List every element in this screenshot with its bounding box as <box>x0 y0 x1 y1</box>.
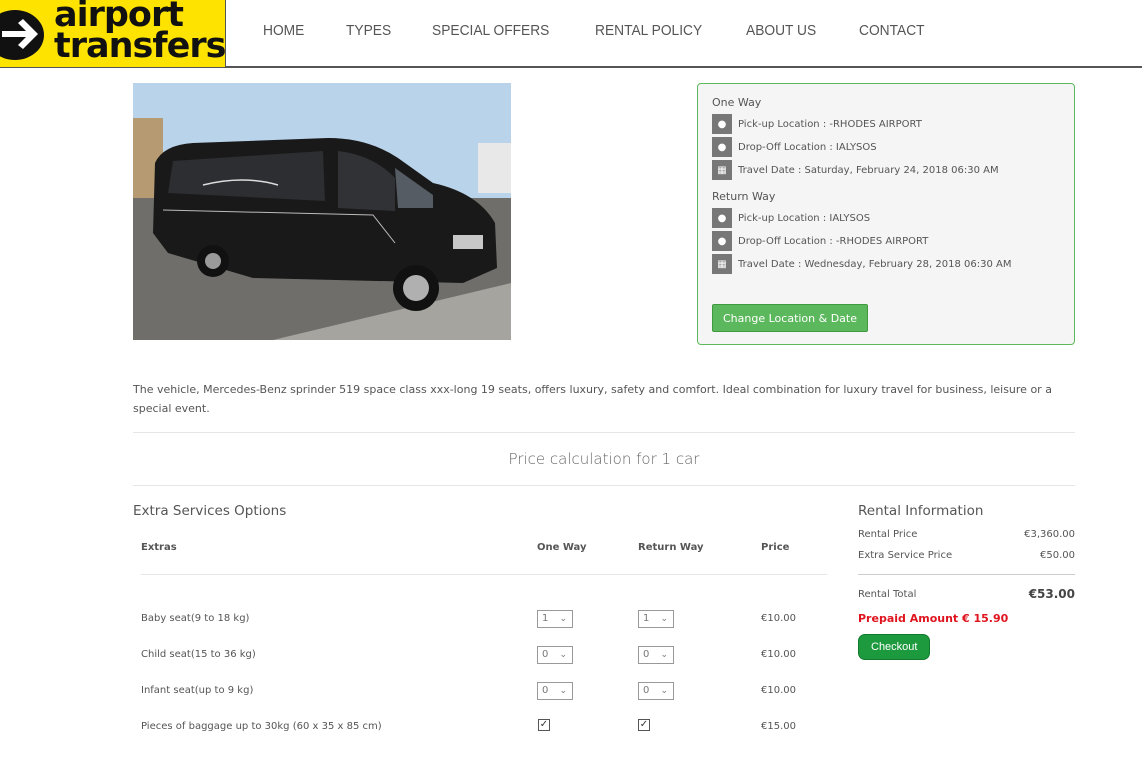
column-header-extras: Extras <box>141 542 177 553</box>
vehicle-description: The vehicle, Mercedes-Benz sprinder 519 … <box>133 383 1052 415</box>
chevron-down-icon: ⌄ <box>559 686 567 696</box>
chevron-down-icon: ⌄ <box>660 650 668 660</box>
logo-text: airport transfers <box>54 0 226 66</box>
prepaid-amount: Prepaid Amount € 15.90 <box>858 612 1009 625</box>
baby-seat-one-way-select[interactable]: 1 ⌄ <box>537 610 573 628</box>
rental-total-value: €53.00 <box>1028 587 1075 601</box>
column-header-price: Price <box>761 542 790 553</box>
table-row: Baby seat(9 to 18 kg) 1 ⌄ 1 ⌄ €10.00 <box>141 610 827 630</box>
extra-label: Infant seat(up to 9 kg) <box>141 685 254 696</box>
extra-label: Pieces of baggage up to 30kg (60 x 35 x … <box>141 721 382 732</box>
checkout-button[interactable]: Checkout <box>858 634 931 660</box>
divider <box>133 485 1075 486</box>
divider <box>141 574 827 575</box>
chevron-down-icon: ⌄ <box>559 650 567 660</box>
return-way-pickup-text: Pick-up Location : IALYSOS <box>738 212 871 224</box>
site-header: airport transfers HOME TYPES SPECIAL OFF… <box>0 0 1142 68</box>
selected-value: 0 <box>542 685 549 696</box>
nav-about-us[interactable]: ABOUT US <box>746 23 816 39</box>
one-way-dropoff: ● Drop-Off Location : IALYSOS <box>712 137 1060 157</box>
table-row: Infant seat(up to 9 kg) 0 ⌄ 0 ⌄ €10.00 <box>141 682 827 702</box>
infant-seat-return-way-select[interactable]: 0 ⌄ <box>638 682 674 700</box>
one-way-dropoff-text: Drop-Off Location : IALYSOS <box>738 141 877 153</box>
nav-contact[interactable]: CONTACT <box>859 23 925 39</box>
return-way-pickup: ● Pick-up Location : IALYSOS <box>712 208 1060 228</box>
change-location-date-button[interactable]: Change Location & Date <box>712 304 868 332</box>
logo[interactable]: airport transfers <box>0 0 226 67</box>
return-way-date-text: Travel Date : Wednesday, February 28, 20… <box>738 258 1012 270</box>
extras-title: Extra Services Options <box>133 503 287 519</box>
nav-rental-policy[interactable]: RENTAL POLICY <box>595 23 702 39</box>
rental-price-label: Rental Price <box>858 529 918 540</box>
map-marker-icon: ● <box>712 114 732 134</box>
chevron-down-icon: ⌄ <box>660 614 668 624</box>
selected-value: 1 <box>643 613 650 624</box>
selected-value: 1 <box>542 613 549 624</box>
chevron-down-icon: ⌄ <box>559 614 567 624</box>
column-header-one-way: One Way <box>537 542 587 553</box>
rental-price-row: Rental Price €3,360.00 <box>858 529 1075 550</box>
return-way-date: ▦ Travel Date : Wednesday, February 28, … <box>712 254 1060 274</box>
calendar-icon: ▦ <box>712 160 732 180</box>
rental-total-label: Rental Total <box>858 588 917 600</box>
one-way-pickup-text: Pick-up Location : -RHODES AIRPORT <box>738 118 922 130</box>
trip-summary-box: One Way ● Pick-up Location : -RHODES AIR… <box>697 83 1075 345</box>
selected-value: 0 <box>643 685 650 696</box>
return-way-dropoff: ● Drop-Off Location : -RHODES AIRPORT <box>712 231 1060 251</box>
arrow-right-icon <box>2 19 38 49</box>
calendar-icon: ▦ <box>712 254 732 274</box>
rental-total-row: Rental Total €53.00 <box>858 584 1075 604</box>
extra-price: €15.00 <box>761 721 796 732</box>
baggage-one-way-checkbox[interactable]: ✓ <box>538 719 550 731</box>
map-marker-icon: ● <box>712 137 732 157</box>
nav-home[interactable]: HOME <box>263 23 304 39</box>
table-row: Pieces of baggage up to 30kg (60 x 35 x … <box>141 718 827 738</box>
baby-seat-return-way-select[interactable]: 1 ⌄ <box>638 610 674 628</box>
table-row: Child seat(15 to 36 kg) 0 ⌄ 0 ⌄ €10.00 <box>141 646 827 666</box>
divider <box>858 574 1075 575</box>
nav-special-offers[interactable]: SPECIAL OFFERS <box>432 23 549 39</box>
extra-label: Child seat(15 to 36 kg) <box>141 649 256 660</box>
one-way-date-text: Travel Date : Saturday, February 24, 201… <box>738 164 999 176</box>
child-seat-one-way-select[interactable]: 0 ⌄ <box>537 646 573 664</box>
extra-price: €10.00 <box>761 613 796 624</box>
price-calculation-title: Price calculation for 1 car <box>508 450 700 468</box>
rental-information: Rental Information Rental Price €3,360.0… <box>858 503 1075 660</box>
extra-service-value: €50.00 <box>1040 550 1075 561</box>
extra-price: €10.00 <box>761 649 796 660</box>
one-way-pickup: ● Pick-up Location : -RHODES AIRPORT <box>712 114 1060 134</box>
infant-seat-one-way-select[interactable]: 0 ⌄ <box>537 682 573 700</box>
extra-price: €10.00 <box>761 685 796 696</box>
nav-types[interactable]: TYPES <box>346 23 391 39</box>
rental-price-value: €3,360.00 <box>1024 529 1075 540</box>
rental-info-title: Rental Information <box>858 503 984 519</box>
divider <box>133 432 1075 433</box>
column-header-return-way: Return Way <box>638 542 704 553</box>
chevron-down-icon: ⌄ <box>660 686 668 696</box>
child-seat-return-way-select[interactable]: 0 ⌄ <box>638 646 674 664</box>
logo-line-2: transfers <box>54 26 226 66</box>
one-way-heading: One Way <box>712 96 762 109</box>
extra-service-row: Extra Service Price €50.00 <box>858 550 1075 571</box>
return-way-dropoff-text: Drop-Off Location : -RHODES AIRPORT <box>738 235 929 247</box>
return-way-heading: Return Way <box>712 190 776 203</box>
map-marker-icon: ● <box>712 208 732 228</box>
selected-value: 0 <box>542 649 549 660</box>
baggage-return-way-checkbox[interactable]: ✓ <box>638 719 650 731</box>
main-nav: HOME TYPES SPECIAL OFFERS RENTAL POLICY … <box>263 23 967 39</box>
selected-value: 0 <box>643 649 650 660</box>
one-way-date: ▦ Travel Date : Saturday, February 24, 2… <box>712 160 1060 180</box>
extra-service-label: Extra Service Price <box>858 550 953 561</box>
map-marker-icon: ● <box>712 231 732 251</box>
vehicle-image <box>133 83 511 340</box>
extra-label: Baby seat(9 to 18 kg) <box>141 613 250 624</box>
